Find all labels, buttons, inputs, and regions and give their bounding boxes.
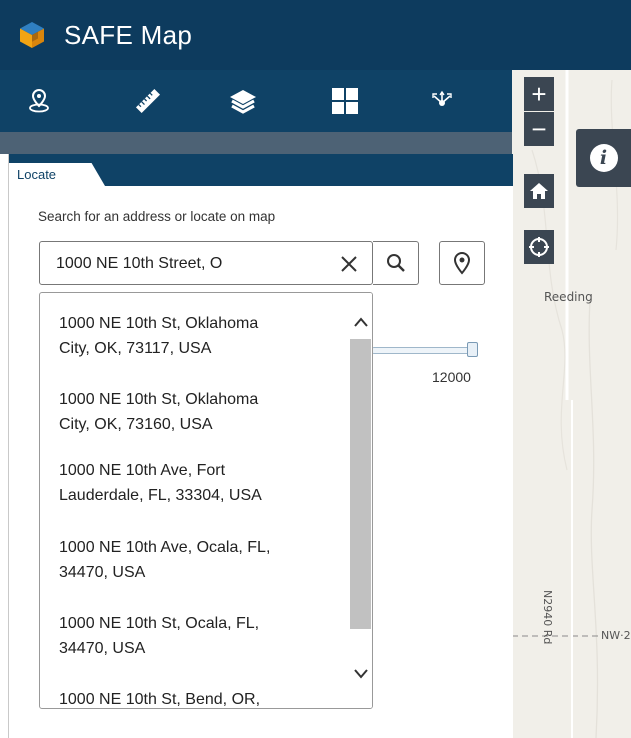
app-title: SAFE Map xyxy=(64,20,193,50)
app-header: SAFE Map xyxy=(0,0,631,70)
layers-tool-button[interactable] xyxy=(226,84,260,118)
locate-tool-button[interactable] xyxy=(22,84,56,118)
distance-slider-track[interactable] xyxy=(371,347,471,354)
info-icon: i xyxy=(589,144,618,172)
ruler-icon xyxy=(135,88,161,114)
suggestion-item[interactable]: 1000 NE 10th Ave, Ocala, FL, 34470, USA xyxy=(59,535,339,585)
distance-slider-max: 12000 xyxy=(432,369,471,385)
suggestion-item[interactable]: 1000 NE 10th St, Oklahoma City, OK, 7311… xyxy=(59,311,339,361)
suggestion-item[interactable]: 1000 NE 10th St, Bend, OR, xyxy=(59,687,339,708)
share-tool-button[interactable] xyxy=(425,84,459,118)
home-icon xyxy=(530,183,548,199)
map-label-road: N2940 Rd xyxy=(541,590,554,645)
map-pin-icon xyxy=(453,251,471,275)
search-box xyxy=(39,241,373,285)
suggestion-line: 34470, USA xyxy=(59,564,146,581)
suggestion-line: 34470, USA xyxy=(59,640,146,657)
locate-panel: Locate Search for an address or locate o… xyxy=(8,154,513,738)
clear-search-button[interactable] xyxy=(336,251,362,277)
basemap-tool-button[interactable] xyxy=(328,84,362,118)
suggestion-line: Lauderdale, FL, 33304, USA xyxy=(59,487,262,504)
zoom-in-button[interactable]: + xyxy=(524,77,554,111)
map-label-town: Reeding xyxy=(544,290,593,304)
layers-icon xyxy=(230,90,256,114)
cube-logo-icon xyxy=(20,22,44,48)
search-input[interactable] xyxy=(56,253,306,275)
pick-location-button[interactable] xyxy=(439,241,485,285)
measure-tool-button[interactable] xyxy=(131,84,165,118)
info-button[interactable]: i xyxy=(576,129,631,187)
tab-locate-label: Locate xyxy=(17,167,57,182)
search-hint: Search for an address or locate on map xyxy=(38,209,276,224)
suggestion-item[interactable]: 1000 NE 10th Ave, Fort Lauderdale, FL, 3… xyxy=(59,458,339,508)
suggestion-line: 1000 NE 10th St, Oklahoma xyxy=(59,315,259,332)
suggestion-line: 1000 NE 10th St, Oklahoma xyxy=(59,391,259,408)
suggestion-line: 1000 NE 10th Ave, Fort xyxy=(59,462,226,479)
locate-pin-icon xyxy=(29,88,49,113)
suggestion-line: 1000 NE 10th St, Ocala, FL, xyxy=(59,615,260,632)
panel-tabstrip: Locate xyxy=(9,154,513,186)
chevron-up-icon[interactable] xyxy=(353,315,369,329)
suggestion-line: 1000 NE 10th St, Bend, OR, xyxy=(59,691,261,708)
share-icon xyxy=(432,90,452,106)
suggestion-line: City, OK, 73117, USA xyxy=(59,340,212,357)
my-location-button[interactable] xyxy=(524,230,554,264)
zoom-out-button[interactable]: − xyxy=(524,112,554,146)
dropdown-scrollbar[interactable] xyxy=(349,293,372,708)
suggestion-dropdown: 1000 NE 10th St, Oklahoma City, OK, 7311… xyxy=(39,292,373,709)
toolbar xyxy=(0,70,512,132)
suggestion-line: 1000 NE 10th Ave, Ocala, FL, xyxy=(59,539,271,556)
distance-slider-handle[interactable] xyxy=(467,342,478,357)
map-label-road2: NW·2 xyxy=(600,629,631,642)
suggestion-line: City, OK, 73160, USA xyxy=(59,416,213,433)
suggestion-item[interactable]: 1000 NE 10th St, Ocala, FL, 34470, USA xyxy=(59,611,339,661)
search-icon xyxy=(386,254,405,272)
close-icon xyxy=(341,256,357,272)
scrollbar-thumb[interactable] xyxy=(350,339,371,629)
chevron-down-icon[interactable] xyxy=(353,667,369,681)
grid-icon xyxy=(332,88,358,114)
search-button[interactable] xyxy=(373,241,419,285)
suggestion-item[interactable]: 1000 NE 10th St, Oklahoma City, OK, 7316… xyxy=(59,387,339,437)
toolbar-divider xyxy=(0,132,512,154)
tab-locate[interactable]: Locate xyxy=(9,163,105,186)
crosshair-icon xyxy=(529,237,549,257)
map-view[interactable]: + − i Reeding N2940 Rd NW·2 xyxy=(512,70,631,738)
home-button[interactable] xyxy=(524,174,554,208)
